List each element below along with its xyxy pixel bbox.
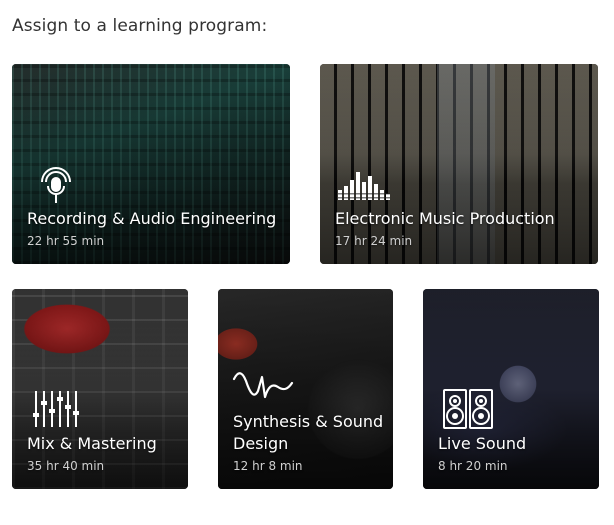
program-card-synthesis-sound-design[interactable]: Synthesis & Sound Design 12 hr 8 min <box>218 289 393 489</box>
program-card-electronic-music-production[interactable]: Electronic Music Production 17 hr 24 min <box>320 64 598 264</box>
microphone-icon <box>41 167 71 203</box>
program-duration: 17 hr 24 min <box>335 234 413 248</box>
program-duration: 8 hr 20 min <box>438 459 508 473</box>
program-duration: 35 hr 40 min <box>27 459 105 473</box>
faders-icon <box>33 391 79 427</box>
program-card-recording-audio-engineering[interactable]: Recording & Audio Engineering 22 hr 55 m… <box>12 64 290 264</box>
speaker-icon <box>443 389 493 429</box>
waveform-bars-icon <box>338 172 390 200</box>
program-title: Live Sound <box>438 434 527 453</box>
program-duration: 12 hr 8 min <box>233 459 303 473</box>
page-heading: Assign to a learning program: <box>12 16 268 36</box>
program-title: Synthesis & Sound Design <box>233 412 384 453</box>
program-duration: 22 hr 55 min <box>27 234 105 248</box>
program-card-mix-mastering[interactable]: Mix & Mastering 35 hr 40 min <box>12 289 188 489</box>
program-card-live-sound[interactable]: Live Sound 8 hr 20 min <box>423 289 599 489</box>
program-title: Electronic Music Production <box>335 209 555 228</box>
program-title: Recording & Audio Engineering <box>27 209 277 228</box>
program-title: Mix & Mastering <box>27 434 157 453</box>
waveform-icon <box>232 372 294 399</box>
